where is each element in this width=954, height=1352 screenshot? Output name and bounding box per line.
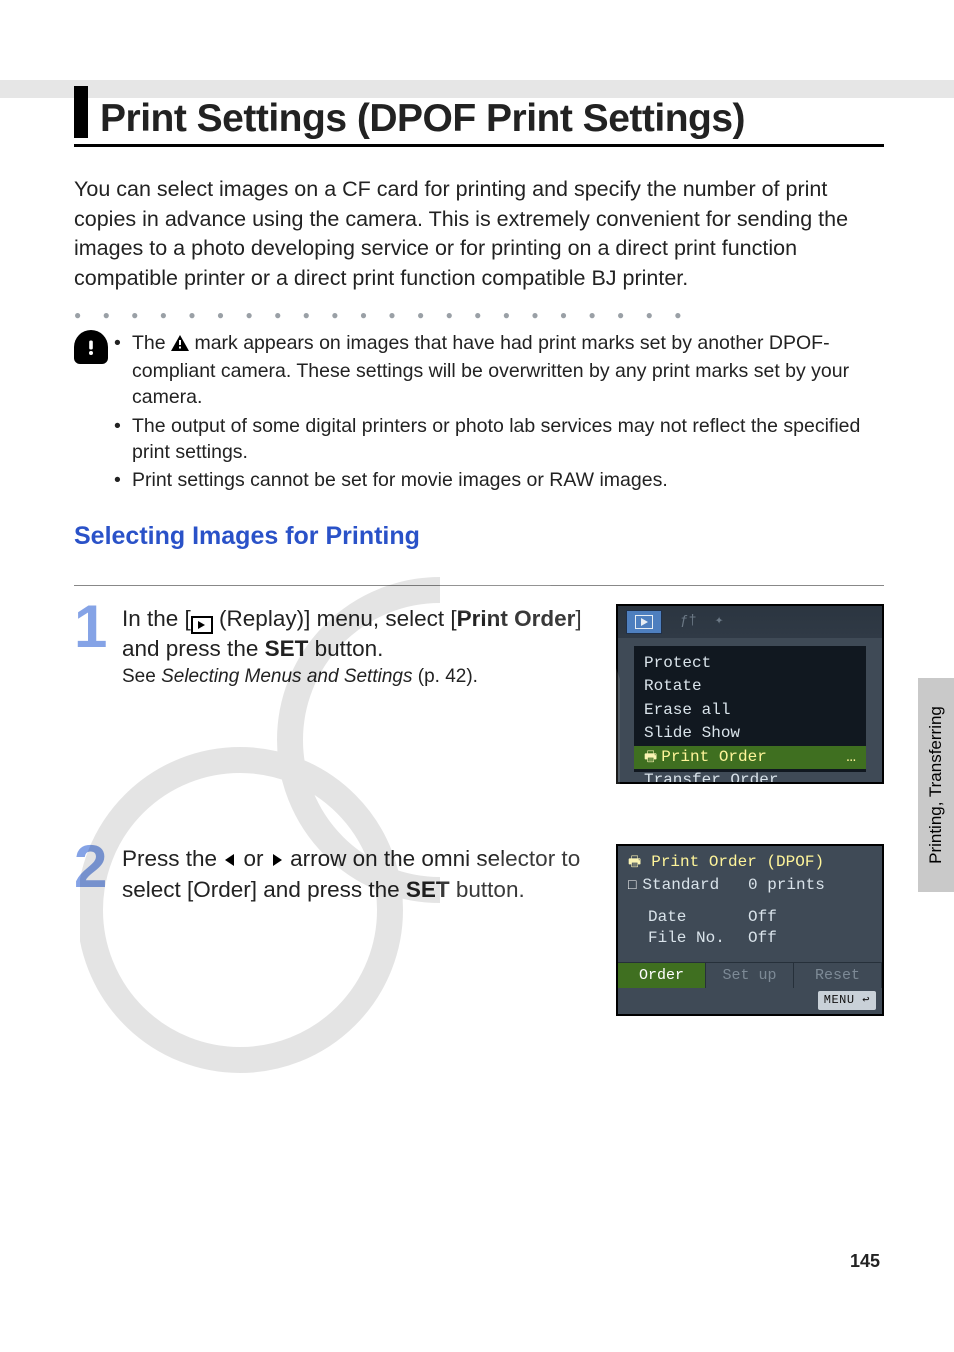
page-title: Print Settings (DPOF Print Settings): [100, 97, 745, 138]
title-accent: [74, 86, 88, 138]
t: See: [122, 666, 161, 687]
cam2-row: File No.Off: [618, 928, 882, 950]
k: File No.: [628, 928, 748, 950]
t: Print Order: [661, 748, 767, 766]
v: 0 prints: [748, 875, 872, 897]
print-icon: [644, 748, 661, 766]
step-1-text: In the [ (Replay)] menu, select [Print O…: [122, 604, 598, 665]
print-icon: [628, 852, 645, 874]
cam-menu-item: Transfer Order: [634, 769, 866, 783]
camera-menu-replay: ƒ† ✦ Protect Rotate Erase all Slide Show…: [616, 604, 884, 784]
step-number: 1: [74, 600, 122, 654]
cam2-reset-button: Reset: [794, 962, 882, 988]
cam2-menu-badge: MENU: [818, 991, 876, 1009]
cam-menu-item: Rotate: [634, 675, 866, 699]
section-rule: [74, 585, 884, 586]
text: mark appears on images that have had pri…: [132, 332, 849, 409]
t: Selecting Menus and Settings: [161, 666, 412, 687]
caution-item: The mark appears on images that have had…: [114, 330, 884, 411]
t: Print Order: [457, 606, 576, 631]
t: SET: [406, 877, 450, 902]
camera-print-order-dpof: Print Order (DPOF) Standard0 prints Date…: [616, 844, 884, 1016]
t: SET: [265, 636, 309, 661]
t: Print Order (DPOF): [651, 852, 824, 874]
chapter-tab: Printing, Transferring: [918, 678, 954, 892]
k: Standard: [628, 875, 748, 897]
cam2-setup-button: Set up: [706, 962, 794, 988]
cam-menu-item: Slide Show: [634, 722, 866, 746]
caution-icon: [74, 330, 108, 364]
caution-item: The output of some digital printers or p…: [114, 413, 884, 466]
k: Date: [628, 907, 748, 929]
text: The: [132, 332, 171, 354]
replay-icon: [191, 616, 213, 634]
step-1: 1 In the [ (Replay)] menu, select [Print…: [74, 604, 884, 784]
section-heading: Selecting Images for Printing: [74, 522, 884, 551]
title-row: Print Settings (DPOF Print Settings): [74, 96, 884, 147]
arrow-right-icon: [270, 845, 284, 875]
chapter-tab-label: Printing, Transferring: [926, 706, 946, 864]
arrow-left-icon: [223, 845, 237, 875]
t: In the [: [122, 606, 191, 631]
caution-item: Print settings cannot be set for movie i…: [114, 467, 884, 493]
t: (Replay)] menu, select [: [213, 606, 457, 631]
t: button.: [450, 877, 525, 902]
setup-tab-icon: ƒ†: [680, 612, 697, 631]
cam2-buttons: Order Set up Reset: [618, 962, 882, 988]
v: Off: [748, 907, 872, 929]
t: (p. 42).: [412, 666, 477, 687]
cam2-order-button: Order: [618, 962, 706, 988]
v: Off: [748, 928, 872, 950]
t: button.: [308, 636, 383, 661]
cam2-title: Print Order (DPOF): [618, 846, 882, 876]
step-1-subtext: See Selecting Menus and Settings (p. 42)…: [122, 666, 598, 688]
intro-paragraph: You can select images on a CF card for p…: [74, 175, 884, 294]
t: …: [846, 747, 856, 769]
cam-menu-item: Erase all: [634, 699, 866, 723]
page-number: 145: [850, 1251, 880, 1272]
dotted-rule: ● ● ● ● ● ● ● ● ● ● ● ● ● ● ● ● ● ● ● ● …: [74, 308, 884, 322]
cam-menu-item: Protect: [634, 652, 866, 676]
mycamera-tab-icon: ✦: [715, 612, 723, 631]
cam2-row: Standard0 prints: [618, 875, 882, 897]
cam-tabbar: ƒ† ✦: [618, 606, 882, 638]
caution-list: The mark appears on images that have had…: [114, 330, 884, 496]
step-2-text: Press the or arrow on the omni selector …: [122, 844, 598, 906]
t: or: [237, 846, 270, 871]
cam-menu-item-selected: Print Order …: [634, 746, 866, 770]
step-2: 2 Press the or arrow on the omni selecto…: [74, 844, 884, 1016]
step-number: 2: [74, 840, 122, 894]
cam2-row: DateOff: [618, 907, 882, 929]
cam-menu-body: Protect Rotate Erase all Slide Show Prin…: [634, 646, 866, 772]
warning-triangle-icon: [171, 332, 189, 358]
t: Press the: [122, 846, 223, 871]
replay-tab-icon: [626, 610, 662, 634]
